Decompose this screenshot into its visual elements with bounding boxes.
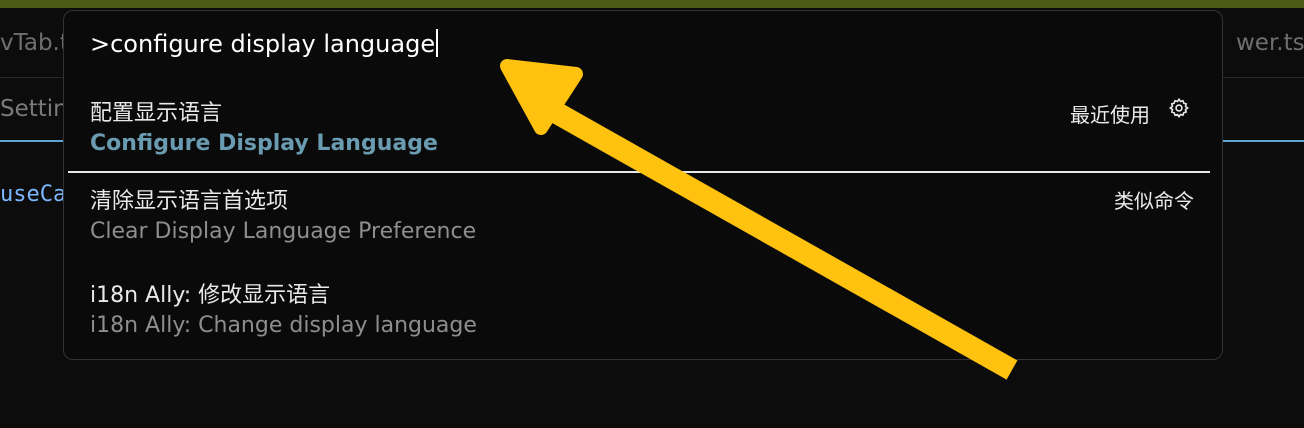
editor-code-fragment: useCa: [0, 182, 67, 207]
command-palette-input[interactable]: >configure display language: [90, 29, 439, 58]
separator: [68, 171, 1210, 173]
palette-item-subtitle: i18n Ally: Change display language: [90, 313, 477, 338]
editor-tab-left[interactable]: vTab.t: [0, 30, 69, 56]
palette-item-title: i18n Ally: 修改显示语言: [90, 283, 331, 308]
title-bar-strip: [0, 0, 1304, 8]
palette-item-subtitle: Clear Display Language Preference: [90, 219, 477, 244]
palette-item-title: 配置显示语言: [90, 101, 223, 126]
similar-commands-label: 类似命令: [1114, 189, 1194, 213]
text-caret: [436, 29, 439, 57]
screen: vTab.t wer.tsx Setting useCa >configure …: [0, 0, 1304, 428]
gear-icon[interactable]: [1168, 97, 1190, 119]
palette-item-subtitle: Configure Display Language: [90, 131, 438, 156]
palette-item-configure-display-language[interactable]: 配置显示语言 Configure Display Language 最近使用: [64, 83, 1224, 173]
palette-item-title: 清除显示语言首选项: [90, 189, 289, 214]
command-input-text: >configure display language: [90, 30, 436, 58]
recently-used-label: 最近使用: [1070, 103, 1150, 127]
command-palette: >configure display language 配置显示语言 Confi…: [63, 10, 1223, 360]
editor-tab-right[interactable]: wer.tsx: [1236, 30, 1304, 56]
